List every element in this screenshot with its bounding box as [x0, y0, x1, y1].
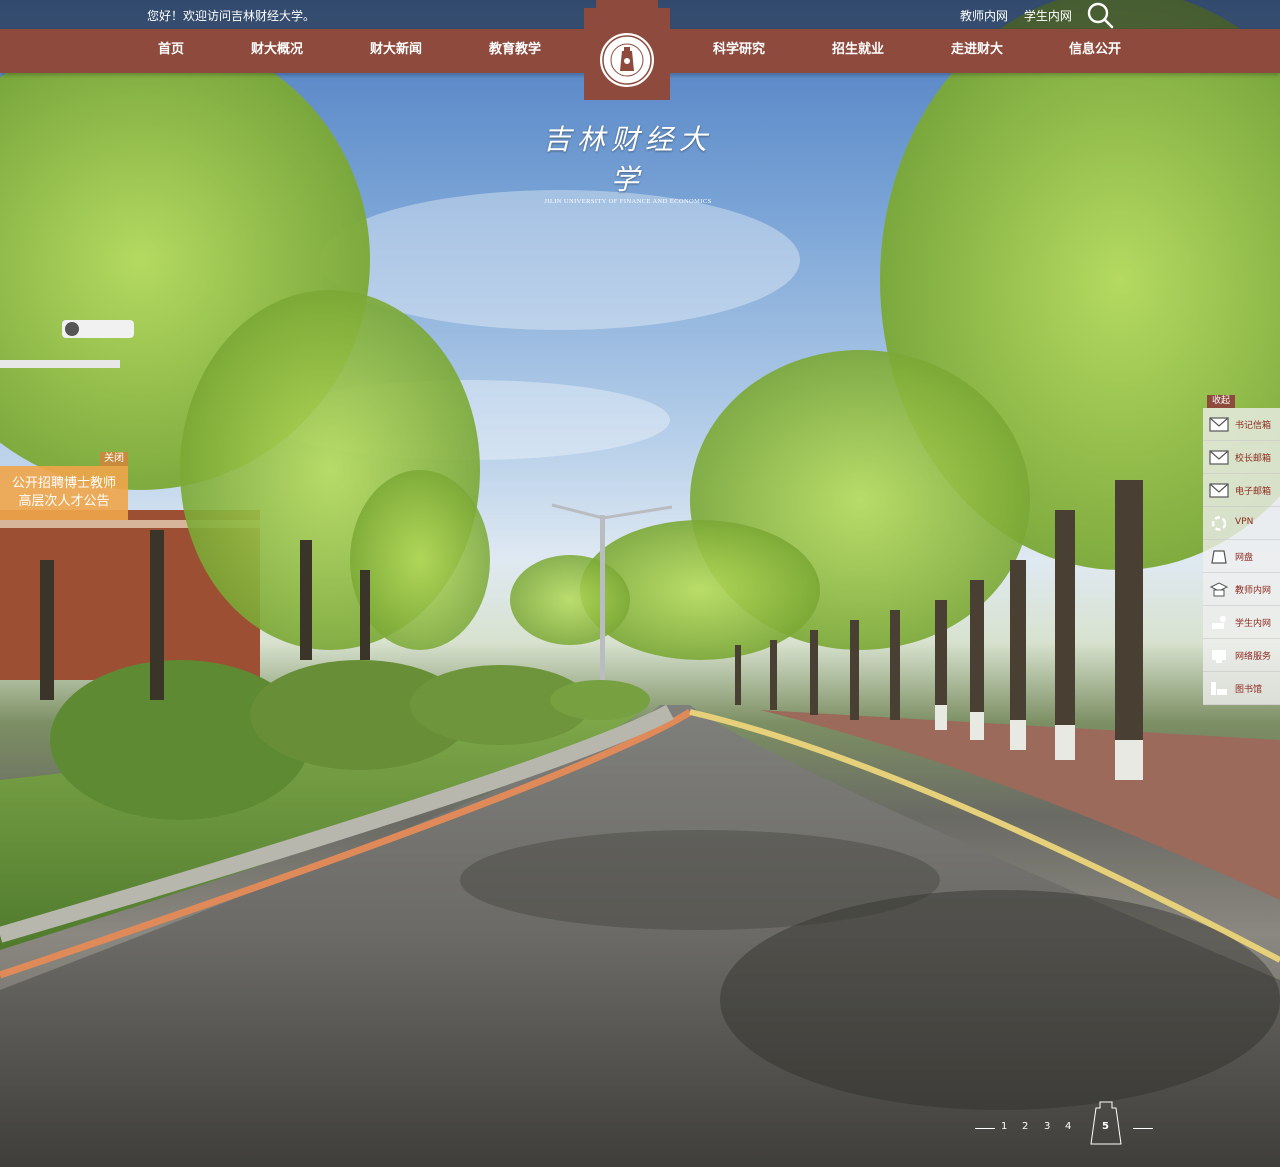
university-seal[interactable]: [584, 0, 670, 100]
seal-emblem-icon: [597, 30, 657, 90]
nav-visit[interactable]: 走进财大: [951, 29, 1003, 73]
teacher-icon: [1209, 582, 1229, 597]
pager-dot-3[interactable]: 3: [1044, 1121, 1050, 1132]
recruitment-notice-link[interactable]: 公开招聘博士教师 高层次人才公告: [0, 466, 128, 520]
logo-english: JILIN UNIVERSITY OF FINANCE AND ECONOMIC…: [544, 198, 712, 205]
side-item-label: 书记信箱: [1235, 421, 1272, 431]
side-quick-links: 收起 书记信箱 校长邮箱 电子邮箱 VPN 网盘 教师内网 学生内网 网络服务 …: [1203, 395, 1280, 705]
side-collapse-button[interactable]: 收起: [1207, 395, 1235, 408]
university-logo: 吉林财经大学 JILIN UNIVERSITY OF FINANCE AND E…: [532, 118, 724, 205]
nav-admission[interactable]: 招生就业: [832, 29, 884, 73]
side-item-label: 网络服务: [1235, 652, 1272, 662]
pager-line: [975, 1128, 995, 1129]
side-item-library[interactable]: 图书馆: [1203, 672, 1280, 705]
side-item-label: 图书馆: [1235, 685, 1263, 695]
side-item-label: VPN: [1235, 517, 1254, 527]
side-item-student-intranet[interactable]: 学生内网: [1203, 606, 1280, 639]
side-item-cloud-disk[interactable]: 网盘: [1203, 540, 1280, 573]
student-intranet-link[interactable]: 学生内网: [1024, 9, 1072, 23]
logo-chinese: 吉林财经大学: [542, 123, 713, 196]
side-item-label: 网盘: [1235, 553, 1254, 563]
recruitment-popup: 关闭 公开招聘博士教师 高层次人才公告: [0, 452, 128, 520]
nav-education[interactable]: 教育教学: [489, 29, 541, 73]
cloud-disk-icon: [1211, 550, 1227, 564]
nav-research[interactable]: 科学研究: [713, 29, 765, 73]
side-item-label: 学生内网: [1235, 619, 1272, 629]
nav-about[interactable]: 财大概况: [251, 29, 303, 73]
pager-line: [1133, 1128, 1153, 1129]
pager-dot-5-active[interactable]: 5: [1102, 1121, 1109, 1132]
nav-news[interactable]: 财大新闻: [370, 29, 422, 73]
pager-dot-1[interactable]: 1: [1001, 1121, 1007, 1132]
pager-dot-2[interactable]: 2: [1022, 1121, 1028, 1132]
mail-icon: [1209, 417, 1229, 432]
recruitment-line-1: 公开招聘博士教师: [11, 476, 116, 491]
side-item-secretary-mailbox[interactable]: 书记信箱: [1203, 408, 1280, 441]
side-item-label: 电子邮箱: [1235, 487, 1272, 497]
teacher-intranet-link[interactable]: 教师内网: [960, 9, 1008, 23]
side-item-vpn[interactable]: VPN: [1203, 507, 1280, 540]
search-icon[interactable]: [1085, 1, 1115, 29]
pager-dot-4[interactable]: 4: [1065, 1121, 1071, 1132]
slide-pager: 1 2 3 4 5: [975, 1100, 1155, 1146]
welcome-text: 您好！欢迎访问吉林财经大学。: [147, 9, 316, 23]
student-icon: [1212, 616, 1226, 629]
side-item-label: 校长邮箱: [1235, 454, 1272, 464]
top-links: 教师内网 学生内网: [960, 7, 1084, 24]
recruitment-line-2: 高层次人才公告: [18, 494, 110, 509]
network-icon: [1212, 650, 1226, 663]
nav-home[interactable]: 首页: [158, 29, 184, 73]
side-item-network-service[interactable]: 网络服务: [1203, 639, 1280, 672]
popup-close-button[interactable]: 关闭: [100, 452, 128, 466]
library-icon: [1211, 682, 1227, 695]
side-item-president-mailbox[interactable]: 校长邮箱: [1203, 441, 1280, 474]
side-item-teacher-intranet[interactable]: 教师内网: [1203, 573, 1280, 606]
nav-disclosure[interactable]: 信息公开: [1069, 29, 1121, 73]
side-item-label: 教师内网: [1235, 586, 1272, 596]
mail-icon: [1209, 450, 1229, 465]
vpn-icon: [1211, 516, 1227, 531]
side-item-email[interactable]: 电子邮箱: [1203, 474, 1280, 507]
mail-icon: [1209, 483, 1229, 498]
